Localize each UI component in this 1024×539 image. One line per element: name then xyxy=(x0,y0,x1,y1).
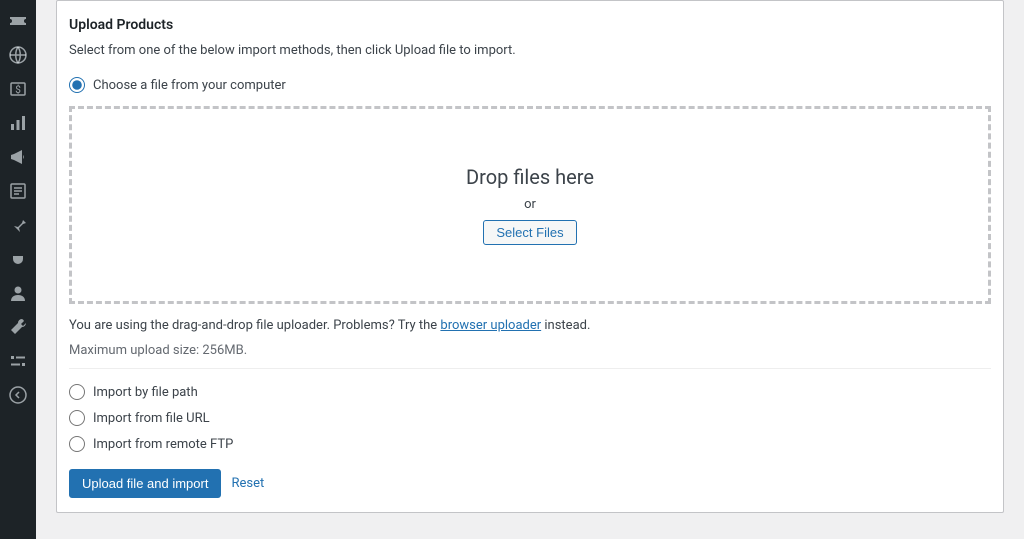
radio-choose-file-label[interactable]: Choose a file from your computer xyxy=(93,78,286,93)
max-upload-size: Maximum upload size: 256MB. xyxy=(69,343,991,369)
dropzone-title: Drop files here xyxy=(466,165,594,189)
sidebar-item-tools[interactable] xyxy=(0,312,36,346)
user-icon xyxy=(8,283,28,307)
sidebar-item-collapse[interactable] xyxy=(0,380,36,414)
tickets-icon xyxy=(8,11,28,35)
dropzone-or: or xyxy=(524,197,536,212)
option-remote-ftp[interactable]: Import from remote FTP xyxy=(69,431,991,457)
file-dropzone[interactable]: Drop files here or Select Files xyxy=(69,106,991,304)
uploader-helper-text: You are using the drag-and-drop file upl… xyxy=(69,314,991,343)
radio-remote-ftp-label[interactable]: Import from remote FTP xyxy=(93,437,233,452)
sidebar-item-user[interactable] xyxy=(0,278,36,312)
plug-icon xyxy=(8,249,28,273)
panel-title: Upload Products xyxy=(69,13,991,43)
settings-icon xyxy=(8,351,28,375)
radio-file-path-label[interactable]: Import by file path xyxy=(93,385,198,400)
money-icon: $ xyxy=(8,79,28,103)
option-choose-file[interactable]: Choose a file from your computer xyxy=(69,72,991,98)
option-file-path[interactable]: Import by file path xyxy=(69,379,991,405)
main-content: Upload Products Select from one of the b… xyxy=(36,0,1024,539)
option-file-url[interactable]: Import from file URL xyxy=(69,405,991,431)
radio-file-url-label[interactable]: Import from file URL xyxy=(93,411,210,426)
panel-actions: Upload file and import Reset xyxy=(69,457,991,498)
sidebar-item-stats[interactable] xyxy=(0,108,36,142)
collapse-icon xyxy=(8,385,28,409)
radio-file-path[interactable] xyxy=(69,384,85,400)
sidebar-item-globe[interactable] xyxy=(0,40,36,74)
browser-uploader-link[interactable]: browser uploader xyxy=(440,318,541,333)
reset-link[interactable]: Reset xyxy=(231,476,264,491)
sidebar-item-megaphone[interactable] xyxy=(0,142,36,176)
upload-import-button[interactable]: Upload file and import xyxy=(69,469,221,498)
sidebar-item-plug[interactable] xyxy=(0,244,36,278)
globe-icon xyxy=(8,45,28,69)
import-options: Import by file path Import from file URL… xyxy=(69,369,991,457)
admin-sidebar: $ xyxy=(0,0,36,539)
sidebar-item-form[interactable] xyxy=(0,176,36,210)
radio-choose-file[interactable] xyxy=(69,77,85,93)
stats-icon xyxy=(8,113,28,137)
helper-suffix: instead. xyxy=(541,318,590,333)
sidebar-item-money[interactable]: $ xyxy=(0,74,36,108)
radio-remote-ftp[interactable] xyxy=(69,436,85,452)
upload-panel: Upload Products Select from one of the b… xyxy=(56,0,1004,513)
sidebar-item-settings[interactable] xyxy=(0,346,36,380)
svg-text:$: $ xyxy=(15,83,21,96)
helper-prefix: You are using the drag-and-drop file upl… xyxy=(69,318,440,333)
sidebar-item-tickets[interactable] xyxy=(0,6,36,40)
pin-icon xyxy=(8,215,28,239)
radio-file-url[interactable] xyxy=(69,410,85,426)
select-files-button[interactable]: Select Files xyxy=(483,220,576,245)
tools-icon xyxy=(8,317,28,341)
sidebar-item-pin[interactable] xyxy=(0,210,36,244)
form-icon xyxy=(8,181,28,205)
megaphone-icon xyxy=(8,147,28,171)
panel-description: Select from one of the below import meth… xyxy=(69,43,991,72)
